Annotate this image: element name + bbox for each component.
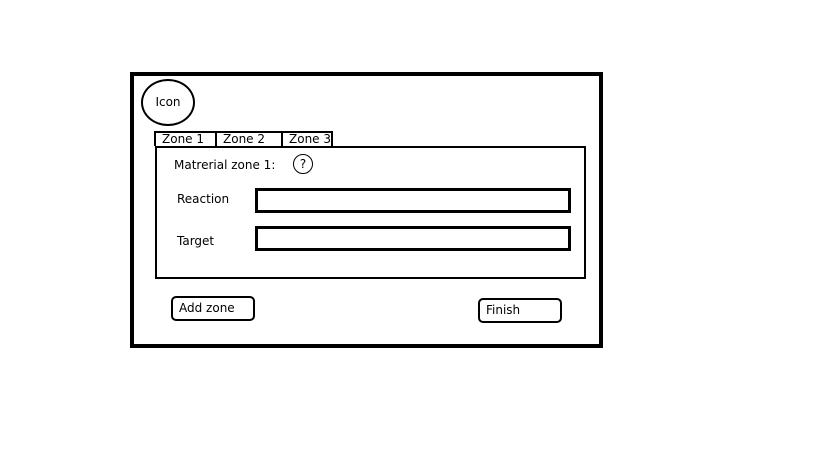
reaction-input[interactable] xyxy=(255,188,571,213)
dialog-window: Icon Zone 1 Zone 2 Zone 3 Matrerial zone… xyxy=(130,72,603,348)
reaction-label: Reaction xyxy=(177,192,230,206)
app-icon: Icon xyxy=(141,79,195,126)
tab-zone-1[interactable]: Zone 1 xyxy=(154,131,217,146)
add-zone-button[interactable]: Add zone xyxy=(171,296,255,321)
panel-title: Matrerial zone 1: xyxy=(174,158,276,172)
finish-button[interactable]: Finish xyxy=(478,298,562,323)
zone-tabs: Zone 1 Zone 2 Zone 3 xyxy=(154,131,333,147)
target-label: Target xyxy=(177,234,215,248)
help-icon[interactable]: ? xyxy=(293,154,313,174)
zone-panel: Matrerial zone 1: ? Reaction Target xyxy=(155,146,586,279)
target-input[interactable] xyxy=(255,226,571,251)
tab-zone-3[interactable]: Zone 3 xyxy=(281,131,333,146)
tab-zone-2[interactable]: Zone 2 xyxy=(215,131,283,146)
